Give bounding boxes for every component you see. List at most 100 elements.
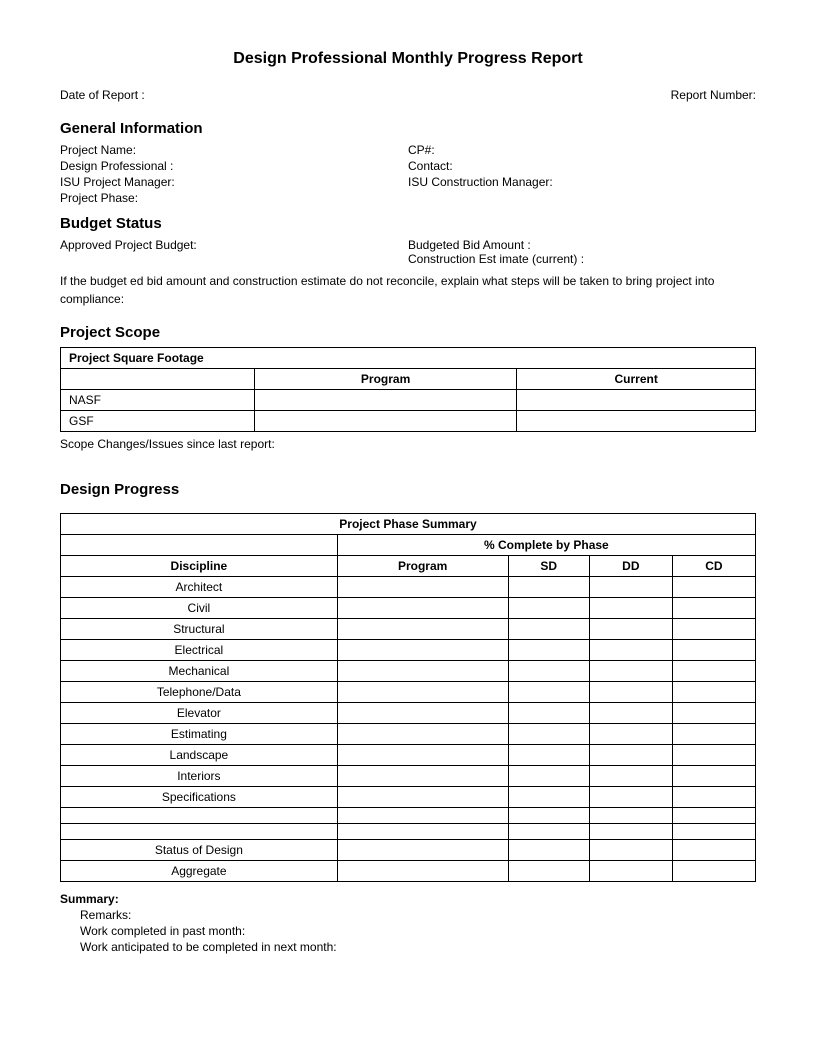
electrical-program [337, 640, 508, 661]
col-discipline: Discipline [61, 556, 338, 577]
table-row: Electrical [61, 640, 756, 661]
page-title: Design Professional Monthly Progress Rep… [60, 50, 756, 68]
pct-complete-header: % Complete by Phase [337, 535, 755, 556]
isu-construction-manager-label: ISU Construction Manager: [408, 175, 756, 189]
header-section: Date of Report : Report Number: [60, 88, 756, 102]
table-row: Status of Design [61, 840, 756, 861]
mechanical-program [337, 661, 508, 682]
civil-program [337, 598, 508, 619]
status-design-program [337, 840, 508, 861]
discipline-specifications: Specifications [61, 787, 338, 808]
nasf-current [517, 390, 756, 411]
table-row: Civil [61, 598, 756, 619]
table-row: Elevator [61, 703, 756, 724]
budgeted-bid-label: Budgeted Bid Amount : [408, 238, 756, 252]
estimating-dd [589, 724, 672, 745]
nasf-program [254, 390, 516, 411]
estimating-sd [508, 724, 589, 745]
estimating-cd [672, 724, 755, 745]
elevator-cd [672, 703, 755, 724]
structural-cd [672, 619, 755, 640]
interiors-dd [589, 766, 672, 787]
civil-sd [508, 598, 589, 619]
elevator-sd [508, 703, 589, 724]
electrical-cd [672, 640, 755, 661]
gsf-current [517, 411, 756, 432]
col-cd: CD [672, 556, 755, 577]
discipline-elevator: Elevator [61, 703, 338, 724]
work-anticipated-line: Work anticipated to be completed in next… [80, 940, 756, 954]
architect-cd [672, 577, 755, 598]
discipline-electrical: Electrical [61, 640, 338, 661]
cp-label: CP#: [408, 143, 756, 157]
landscape-cd [672, 745, 755, 766]
project-scope-title: Project Scope [60, 324, 756, 341]
project-phase-label: Project Phase: [60, 191, 408, 205]
aggregate-cd [672, 861, 755, 882]
aggregate-program [337, 861, 508, 882]
col-sd: SD [508, 556, 589, 577]
table-row: GSF [61, 411, 756, 432]
mechanical-cd [672, 661, 755, 682]
landscape-program [337, 745, 508, 766]
civil-dd [589, 598, 672, 619]
summary-section: Summary: Remarks: Work completed in past… [60, 892, 756, 954]
specifications-cd [672, 787, 755, 808]
design-progress-title: Design Progress [60, 481, 756, 498]
elevator-program [337, 703, 508, 724]
table-row: Specifications [61, 787, 756, 808]
scope-current-header: Current [517, 369, 756, 390]
table-row: Interiors [61, 766, 756, 787]
structural-dd [589, 619, 672, 640]
discipline-structural: Structural [61, 619, 338, 640]
project-square-footage-header: Project Square Footage [61, 348, 756, 369]
discipline-telephone-data: Telephone/Data [61, 682, 338, 703]
isu-project-manager-label: ISU Project Manager: [60, 175, 408, 189]
project-phase-value [408, 191, 756, 205]
table-row: Structural [61, 619, 756, 640]
specifications-sd [508, 787, 589, 808]
general-info-grid: Project Name: CP#: Design Professional :… [60, 143, 756, 205]
status-design-cd [672, 840, 755, 861]
report-number-label: Report Number: [671, 88, 756, 102]
col-dd: DD [589, 556, 672, 577]
construction-est-label: Construction Est imate (current) : [408, 252, 756, 266]
empty-row [61, 824, 756, 840]
remarks-line: Remarks: [80, 908, 756, 922]
status-design-sd [508, 840, 589, 861]
nasf-label: NASF [61, 390, 255, 411]
civil-cd [672, 598, 755, 619]
status-of-design-label: Status of Design [61, 840, 338, 861]
interiors-cd [672, 766, 755, 787]
discipline-civil: Civil [61, 598, 338, 619]
table-row: Estimating [61, 724, 756, 745]
structural-program [337, 619, 508, 640]
discipline-estimating: Estimating [61, 724, 338, 745]
architect-program [337, 577, 508, 598]
elevator-dd [589, 703, 672, 724]
project-name-label: Project Name: [60, 143, 408, 157]
electrical-sd [508, 640, 589, 661]
table-row: Aggregate [61, 861, 756, 882]
status-design-dd [589, 840, 672, 861]
scope-program-header: Program [254, 369, 516, 390]
structural-sd [508, 619, 589, 640]
discipline-interiors: Interiors [61, 766, 338, 787]
budget-right-col: Budgeted Bid Amount : Construction Est i… [408, 238, 756, 266]
landscape-dd [589, 745, 672, 766]
table-row: Landscape [61, 745, 756, 766]
aggregate-label: Aggregate [61, 861, 338, 882]
col-program: Program [337, 556, 508, 577]
mechanical-dd [589, 661, 672, 682]
scope-changes-label: Scope Changes/Issues since last report: [60, 437, 756, 451]
discipline-mechanical: Mechanical [61, 661, 338, 682]
contact-label: Contact: [408, 159, 756, 173]
interiors-sd [508, 766, 589, 787]
architect-dd [589, 577, 672, 598]
budget-info-grid: Approved Project Budget: Budgeted Bid Am… [60, 238, 756, 266]
gsf-program [254, 411, 516, 432]
architect-sd [508, 577, 589, 598]
phase-summary-table: Project Phase Summary % Complete by Phas… [60, 513, 756, 882]
discipline-architect: Architect [61, 577, 338, 598]
specifications-program [337, 787, 508, 808]
